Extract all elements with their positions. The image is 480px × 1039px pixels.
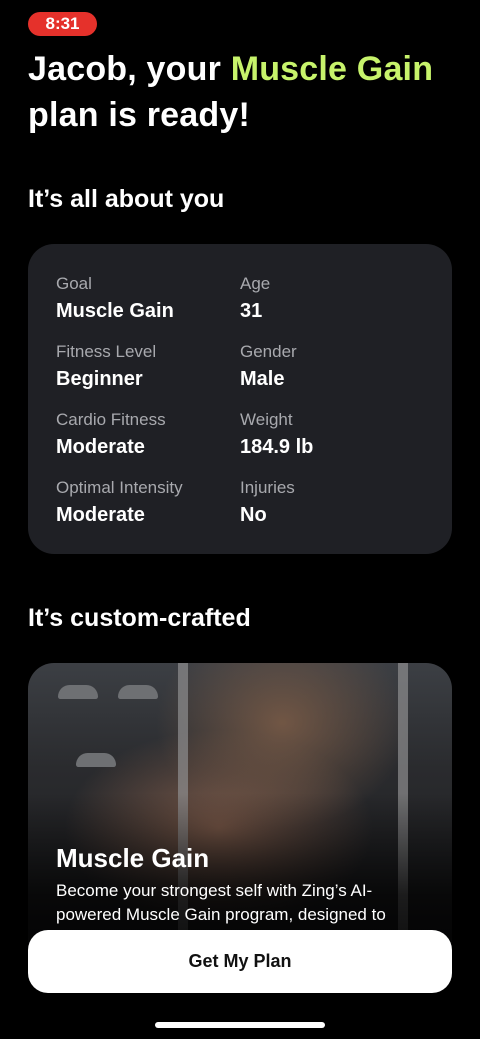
program-description: Become your strongest self with Zing’s A… [56, 881, 386, 924]
field-label: Optimal Intensity [56, 478, 183, 497]
field-value: 31 [240, 300, 263, 322]
section-title-about-you: It’s all about you [28, 185, 225, 213]
field-cardio-fitness: Cardio Fitness Moderate [56, 410, 166, 459]
field-label: Injuries [240, 478, 295, 497]
program-card[interactable]: Muscle Gain Become your strongest self w… [28, 663, 452, 963]
field-injuries: Injuries No [240, 478, 295, 527]
status-time-pill: 8:31 [28, 12, 97, 36]
field-value: 184.9 lb [240, 436, 314, 458]
ceiling-lamp [118, 685, 158, 699]
ceiling-lamp [76, 753, 116, 767]
field-label: Goal [56, 274, 92, 293]
field-fitness-level: Fitness Level Beginner [56, 342, 156, 391]
field-value: Muscle Gain [56, 300, 174, 322]
headline-prefix: Jacob, your [28, 50, 231, 88]
status-time: 8:31 [45, 14, 80, 33]
profile-summary-card: Goal Muscle Gain Age 31 Fitness Level Be… [28, 244, 452, 554]
field-goal: Goal Muscle Gain [56, 274, 174, 323]
field-value: Moderate [56, 436, 145, 458]
ceiling-lamp [58, 685, 98, 699]
home-indicator[interactable] [155, 1022, 325, 1028]
headline-accent-goal: Muscle Gain [230, 50, 434, 88]
field-label: Age [240, 274, 271, 293]
field-value: No [240, 504, 267, 526]
field-gender: Gender Male [240, 342, 297, 391]
field-optimal-intensity: Optimal Intensity Moderate [56, 478, 183, 527]
field-value: Male [240, 368, 285, 390]
headline-line2: plan is ready! [28, 96, 250, 134]
section-title-custom-crafted: It’s custom-crafted [28, 604, 251, 632]
field-weight: Weight 184.9 lb [240, 410, 313, 459]
field-value: Beginner [56, 368, 143, 390]
field-label: Gender [240, 342, 297, 361]
field-age: Age 31 [240, 274, 270, 323]
program-title: Muscle Gain [56, 843, 210, 873]
field-value: Moderate [56, 504, 145, 526]
plan-ready-headline: Jacob, your Muscle Gain plan is ready! [28, 46, 468, 138]
field-label: Cardio Fitness [56, 410, 166, 429]
field-label: Weight [240, 410, 293, 429]
field-label: Fitness Level [56, 342, 157, 361]
get-my-plan-button[interactable]: Get My Plan [28, 930, 452, 993]
